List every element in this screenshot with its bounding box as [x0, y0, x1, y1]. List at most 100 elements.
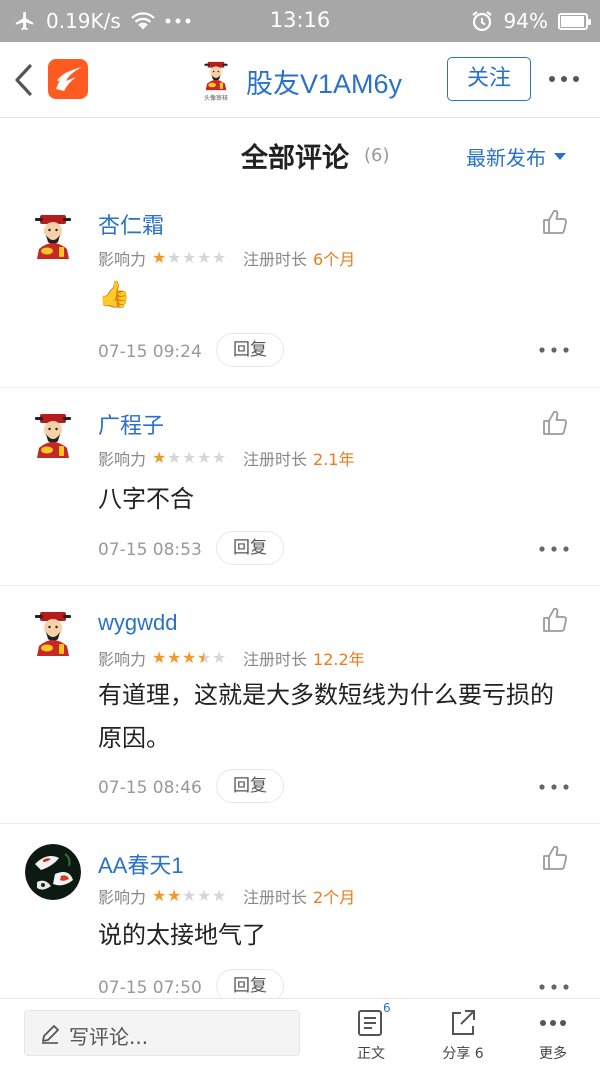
comment-text: 有道理，这就是大多数短线为什么要亏损的原因。 — [98, 681, 554, 752]
avatar-caption: 头像审核 — [204, 94, 228, 102]
comment-item: wygwdd 影响力 ★★★★★ 注册时长 12.2年 有道理，这就是大多数短线… — [0, 586, 600, 824]
commenter-meta: 影响力 ★ ★ ★ ★ ★ 注册时长 6个月 — [98, 246, 355, 270]
comment-text: 说的太接地气了 — [98, 921, 266, 949]
star-icon: ★ — [152, 648, 167, 667]
star-icon: ★ — [182, 248, 197, 267]
status-bar: 0.19K/s 13:16 94% — [0, 0, 600, 42]
registered-label: 注册时长 — [243, 250, 308, 269]
article-label: 正文 — [357, 1046, 385, 1062]
star-icon: ★ — [167, 648, 182, 667]
comment-text: 👍 — [98, 280, 131, 310]
page-title: 股友V1AM6y — [246, 69, 403, 99]
more-icon[interactable] — [538, 345, 570, 355]
article-badge: 6 — [383, 1001, 391, 1015]
comment-time: 07-15 08:46 — [98, 778, 202, 798]
commenter-name[interactable]: wygwdd — [98, 610, 177, 636]
star-icon: ★ — [182, 448, 197, 467]
commenter-avatar[interactable] — [25, 209, 81, 265]
commenter-avatar[interactable] — [25, 606, 81, 662]
write-comment-placeholder: 写评论... — [69, 1025, 149, 1049]
star-icon: ★ — [212, 448, 227, 467]
more-button[interactable]: 更多 — [518, 1007, 588, 1065]
battery-icon — [558, 12, 591, 30]
status-right: 94% — [470, 8, 591, 34]
commenter-name[interactable]: 杏仁霜 — [98, 208, 164, 240]
pencil-icon — [42, 1025, 59, 1044]
more-icon[interactable] — [538, 982, 570, 992]
article-button[interactable]: 6 正文 — [336, 1001, 406, 1065]
like-icon[interactable] — [541, 208, 569, 236]
alarm-icon — [471, 11, 492, 32]
user-avatar[interactable]: 头像审核 — [196, 58, 236, 102]
comment-time: 07-15 07:50 — [98, 978, 202, 998]
more-options-icon[interactable] — [546, 64, 582, 94]
battery-percent: 94% — [503, 9, 548, 33]
share-icon — [452, 1010, 475, 1035]
comment-count: (6) — [364, 145, 390, 166]
comment-time: 07-15 08:53 — [98, 540, 202, 560]
comment-text: 八字不合 — [98, 485, 194, 513]
commenter-meta: 影响力 ★ ★ ★ ★ ★ 注册时长 2.1年 — [98, 446, 354, 470]
commenter-avatar[interactable] — [25, 844, 81, 900]
star-icon: ★ — [167, 886, 182, 905]
star-icon: ★ — [197, 248, 212, 267]
influence-label: 影响力 — [98, 650, 147, 669]
star-icon: ★ — [197, 650, 212, 667]
comment-item: 广程子 影响力 ★ ★ ★ ★ ★ 注册时长 2.1年 八字不合 07-15 08:53… — [0, 388, 600, 586]
commenter-avatar[interactable] — [25, 408, 81, 464]
follow-button[interactable]: 关注 — [447, 57, 531, 101]
commenter-name[interactable]: AA春天1 — [98, 848, 184, 880]
registered-label: 注册时长 — [243, 650, 308, 669]
nav-bar: 头像审核 股友V1AM6y 关注 — [0, 42, 600, 118]
write-comment-input[interactable]: 写评论... — [24, 1010, 300, 1056]
share-label: 分享 6 — [442, 1046, 484, 1062]
star-icon: ★ — [167, 248, 182, 267]
star-icon: ★ — [212, 648, 227, 667]
star-icon: ★ — [197, 448, 212, 467]
star-icon: ★ — [212, 248, 227, 267]
app-logo[interactable] — [48, 59, 88, 99]
comment-item: AA春天1 影响力 ★ ★ ★ ★ ★ 注册时长 2个月 说的太接地气了 07-15 0… — [0, 824, 600, 1003]
registered-label: 注册时长 — [243, 888, 308, 907]
registered-value: 6个月 — [313, 250, 356, 269]
star-icon: ★ — [152, 448, 167, 467]
comment-item: 杏仁霜 影响力 ★ ★ ★ ★ ★ 注册时长 6个月 👍 07-15 09:24 回复 — [0, 192, 600, 388]
star-icon: ★ — [182, 886, 197, 905]
influence-label: 影响力 — [98, 450, 147, 469]
sort-dropdown[interactable]: 最新发布 — [466, 142, 566, 171]
more-dots-icon — [540, 1020, 566, 1026]
reply-button[interactable]: 回复 — [216, 333, 284, 367]
article-icon — [358, 1010, 382, 1036]
registered-value: 2个月 — [313, 888, 356, 907]
more-icon[interactable] — [538, 782, 570, 792]
registered-label: 注册时长 — [243, 450, 308, 469]
influence-stars: ★ ★ ★ ★ ★ — [152, 888, 227, 904]
share-button[interactable]: 分享 6 — [428, 1007, 498, 1065]
commenter-meta: 影响力 ★ ★ ★ ★ ★ 注册时长 2个月 — [98, 884, 355, 908]
star-icon: ★ — [212, 886, 227, 905]
reply-button[interactable]: 回复 — [216, 769, 284, 803]
star-icon: ★ — [152, 886, 167, 905]
commenter-name[interactable]: 广程子 — [98, 408, 164, 440]
reply-button[interactable]: 回复 — [216, 531, 284, 565]
more-label: 更多 — [539, 1046, 567, 1062]
more-icon[interactable] — [538, 544, 570, 554]
commenter-meta: 影响力 ★★★★★ 注册时长 12.2年 — [98, 646, 365, 670]
influence-stars: ★ ★ ★ ★ ★ — [152, 250, 227, 266]
comment-time: 07-15 09:24 — [98, 342, 202, 362]
like-icon[interactable] — [541, 844, 569, 872]
like-icon[interactable] — [541, 409, 569, 437]
star-icon: ★ — [197, 886, 212, 905]
section-title: 全部评论 — [241, 143, 349, 174]
influence-label: 影响力 — [98, 250, 147, 269]
registered-value: 12.2年 — [313, 650, 365, 669]
star-icon: ★ — [152, 248, 167, 267]
influence-stars: ★ ★ ★ ★ ★ — [152, 648, 227, 667]
star-icon: ★ — [182, 648, 197, 667]
like-icon[interactable] — [541, 606, 569, 634]
back-arrow-icon[interactable] — [10, 62, 40, 98]
star-icon: ★ — [167, 448, 182, 467]
comments-header: 全部评论 (6) 最新发布 — [0, 118, 600, 192]
caret-down-icon — [554, 153, 566, 160]
influence-label: 影响力 — [98, 888, 147, 907]
